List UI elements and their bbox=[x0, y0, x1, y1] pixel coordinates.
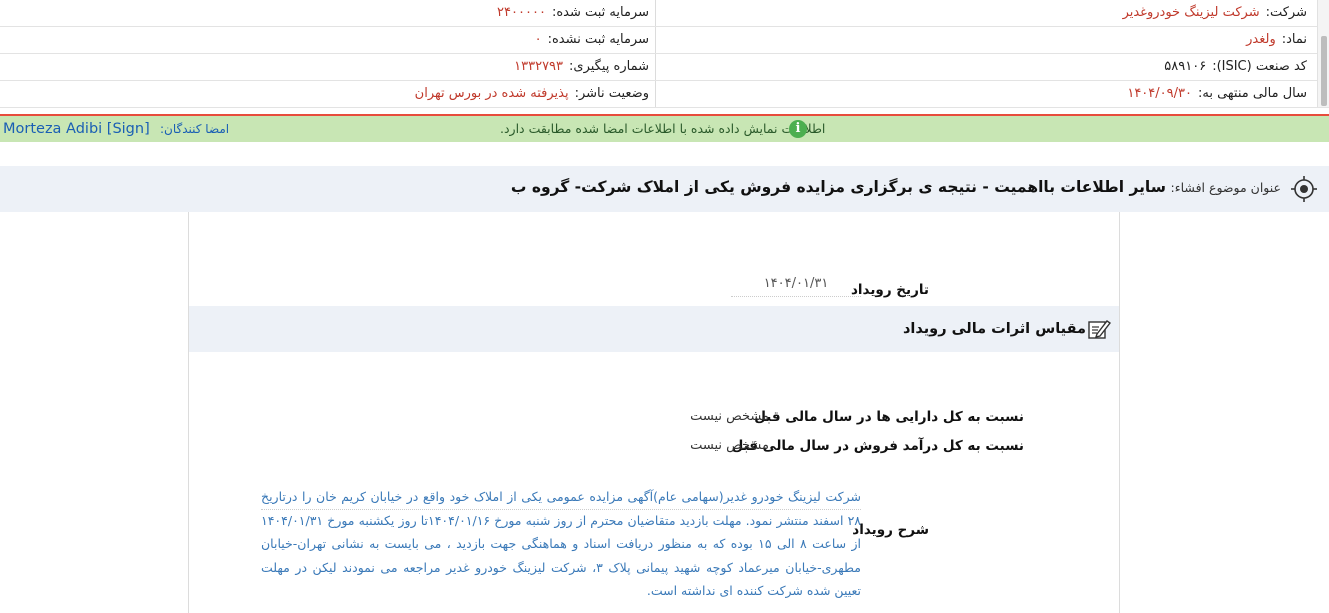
company-value: شرکت لیزینگ خودروغدیر bbox=[1122, 5, 1260, 20]
registered-capital-value: ۲۴۰۰۰۰۰ bbox=[497, 5, 546, 20]
company-label: شرکت: bbox=[1265, 5, 1307, 20]
publisher-status-field: وضعیت ناشر: پذیرفته شده در بورس تهران bbox=[415, 81, 649, 107]
info-row: کد صنعت (ISIC): ۵۸۹۱۰۶ شماره پیگیری: ۱۳۳۲۷… bbox=[0, 54, 1329, 81]
metric-label: نسبت به کل دارایی ها در سال مالی قبل bbox=[754, 409, 1024, 425]
subject-label: عنوان موضوع افشاء: bbox=[1170, 180, 1281, 195]
registered-capital-field: سرمایه ثبت شده: ۲۴۰۰۰۰۰ bbox=[497, 0, 649, 26]
unregistered-capital-value: ۰ bbox=[534, 32, 542, 47]
signer-link[interactable]: Morteza Adibi [Sign] bbox=[3, 116, 150, 142]
unregistered-capital-field: سرمایه ثبت نشده: ۰ bbox=[535, 27, 649, 53]
financial-impact-section-header: مقیاس اثرات مالی رویداد bbox=[189, 306, 1119, 352]
fiscal-year-field: سال مالی منتهی به: ۱۴۰۴/۰۹/۳۰ bbox=[1127, 81, 1307, 107]
info-icon: i bbox=[789, 120, 807, 138]
symbol-value: ولغدر bbox=[1246, 32, 1276, 47]
fiscal-year-label: سال مالی منتهی به: bbox=[1197, 86, 1307, 101]
info-row: سال مالی منتهی به: ۱۴۰۴/۰۹/۳۰ وضعیت ناشر:… bbox=[0, 81, 1329, 108]
isic-value: ۵۸۹۱۰۶ bbox=[1164, 59, 1207, 74]
event-date-label: تاریخ رویداد bbox=[851, 282, 929, 298]
unregistered-capital-label: سرمایه ثبت نشده: bbox=[547, 32, 649, 47]
edit-icon bbox=[1088, 320, 1111, 339]
symbol-label: نماد: bbox=[1281, 32, 1307, 47]
isic-label: کد صنعت (ISIC): bbox=[1212, 59, 1307, 74]
publisher-status-value: پذیرفته شده در بورس تهران bbox=[414, 86, 569, 101]
tracking-number-value: ۱۳۳۲۷۹۳ bbox=[514, 59, 564, 74]
event-description: شرکت لیزینگ خودرو غدیر(سهامی عام)آگهی مز… bbox=[261, 489, 861, 598]
isic-field: کد صنعت (ISIC): ۵۸۹۱۰۶ bbox=[1164, 54, 1307, 80]
description-label: شرح رویداد bbox=[852, 522, 929, 538]
section-title: مقیاس اثرات مالی رویداد bbox=[902, 321, 1086, 337]
signers-label: امضا کنندگان: bbox=[160, 122, 230, 136]
event-content: تاریخ رویداد ۱۴۰۴/۰۱/۳۱ مقیاس اثرات مالی… bbox=[188, 212, 1120, 613]
verification-bar: Morteza Adibi [Sign] امضا کنندگان: اطلاع… bbox=[0, 116, 1329, 142]
info-row: شرکت: شرکت لیزینگ خودروغدیر سرمایه ثبت شد… bbox=[0, 0, 1329, 27]
target-icon bbox=[1291, 176, 1317, 202]
info-row: نماد: ولغدر سرمایه ثبت نشده: ۰ bbox=[0, 27, 1329, 54]
column-divider bbox=[655, 27, 656, 53]
metric-value: مشخص نیست bbox=[690, 438, 769, 453]
subject-title: سایر اطلاعات بااهمیت - نتیجه ی برگزاری م… bbox=[510, 178, 1166, 196]
verification-message: اطلاعات نمایش داده شده با اطلاعات امضا ش… bbox=[500, 121, 826, 136]
column-divider bbox=[655, 81, 656, 107]
column-divider bbox=[655, 0, 656, 26]
subject-band: عنوان موضوع افشاء: سایر اطلاعات بااهمیت … bbox=[0, 166, 1329, 212]
scrollbar[interactable] bbox=[1317, 0, 1329, 107]
tracking-number-label: شماره پیگیری: bbox=[569, 59, 649, 74]
metric-label: نسبت به کل درآمد فروش در سال مالی قبل bbox=[731, 438, 1024, 454]
tracking-number-field: شماره پیگیری: ۱۳۳۲۷۹۳ bbox=[514, 54, 649, 80]
company-info-table: شرکت: شرکت لیزینگ خودروغدیر سرمایه ثبت شد… bbox=[0, 0, 1329, 108]
company-field: شرکت: شرکت لیزینگ خودروغدیر bbox=[1123, 0, 1307, 26]
publisher-status-label: وضعیت ناشر: bbox=[574, 86, 649, 101]
fiscal-year-value: ۱۴۰۴/۰۹/۳۰ bbox=[1127, 86, 1192, 101]
metric-value: مشخص نیست bbox=[690, 409, 769, 424]
event-date-value: ۱۴۰۴/۰۱/۳۱ bbox=[731, 276, 861, 297]
scrollbar-thumb[interactable] bbox=[1321, 36, 1327, 106]
symbol-field: نماد: ولغدر bbox=[1246, 27, 1307, 53]
registered-capital-label: سرمایه ثبت شده: bbox=[551, 5, 649, 20]
column-divider bbox=[655, 54, 656, 80]
